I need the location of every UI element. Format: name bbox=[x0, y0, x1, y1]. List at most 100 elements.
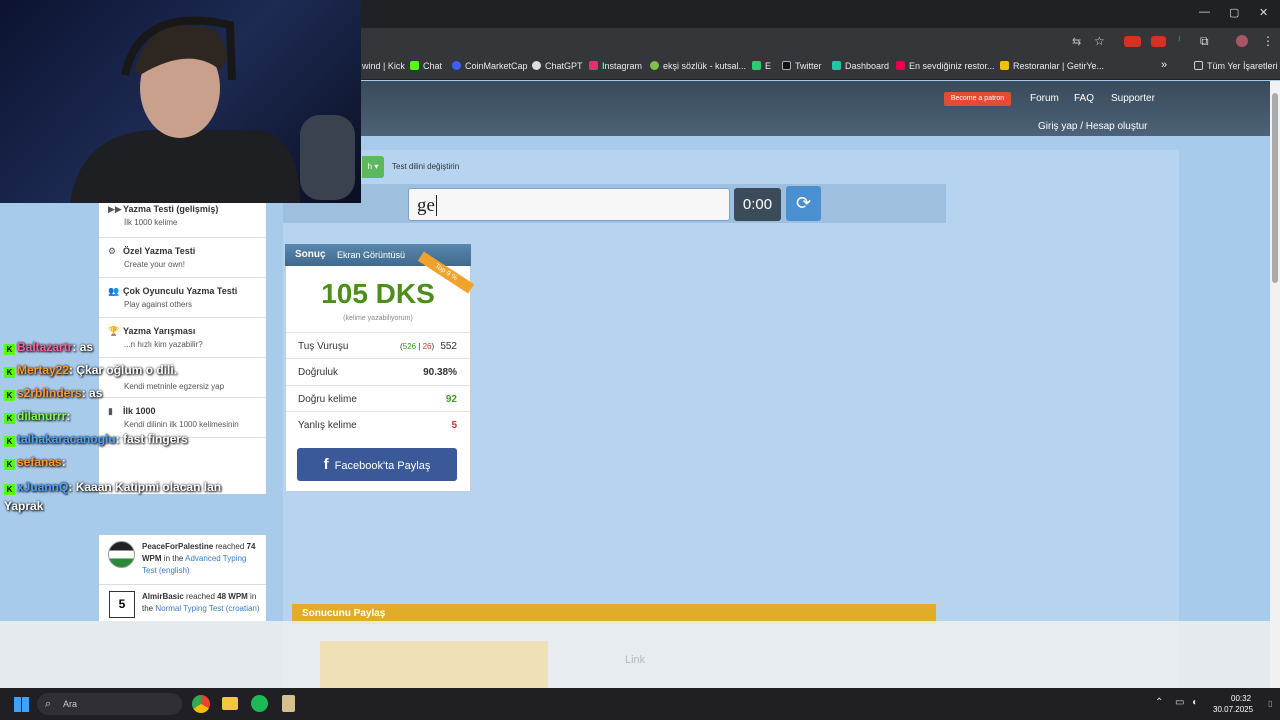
star-icon[interactable]: ☆ bbox=[1094, 34, 1105, 48]
puzzle-icon[interactable]: ⧉ bbox=[1200, 34, 1209, 49]
bookmark-kick[interactable]: wind | Kick bbox=[362, 61, 405, 71]
language-button[interactable]: h ▾ bbox=[362, 156, 384, 178]
menu-item-custom[interactable]: ⚙ Özel Yazma Testi Create your own! bbox=[99, 238, 266, 278]
feed-user[interactable]: AlmirBasic bbox=[142, 592, 184, 601]
yemeksepeti-icon bbox=[896, 61, 905, 70]
row-value: 5 bbox=[451, 420, 457, 431]
row-value: 90.38% bbox=[423, 367, 457, 378]
chat-message: KxJuannQ: Kaaan Katipmi olacan lan Yapra… bbox=[4, 478, 244, 516]
bottom-overlay: Link bbox=[0, 621, 1280, 688]
login-link[interactable]: Giriş yap / Hesap oluştur bbox=[1038, 121, 1148, 132]
menu-icon[interactable]: ⋮ bbox=[1262, 34, 1274, 48]
nav-faq[interactable]: FAQ bbox=[1074, 93, 1094, 104]
bookmark-yemeksepeti[interactable]: En sevdiğiniz restor... bbox=[896, 61, 995, 71]
avatar bbox=[108, 541, 135, 568]
folder-icon[interactable] bbox=[222, 697, 238, 710]
row-label: Doğruluk bbox=[298, 367, 339, 378]
language-label[interactable]: Test dilini değiştirin bbox=[392, 162, 459, 171]
users-icon: 👥 bbox=[108, 286, 120, 296]
close-button[interactable]: ✕ bbox=[1259, 6, 1268, 19]
clock-time[interactable]: 00:32 bbox=[1231, 694, 1251, 703]
chatgpt-icon bbox=[532, 61, 541, 70]
scrollbar-thumb[interactable] bbox=[1272, 93, 1278, 283]
feed-item: PeaceForPalestine reached 74 WPM in the … bbox=[142, 541, 260, 577]
feed-text: reached bbox=[183, 592, 218, 601]
windows-start-icon[interactable] bbox=[14, 697, 29, 712]
extension-icon[interactable]: ⁾ bbox=[1178, 34, 1181, 47]
patron-button[interactable]: Become a patron bbox=[944, 92, 1011, 106]
spotify-icon[interactable] bbox=[251, 695, 268, 712]
taskbar-search[interactable]: ⌕ Ara bbox=[37, 693, 182, 715]
bookmark-chatgpt[interactable]: ChatGPT bbox=[532, 61, 583, 71]
chat-text: : Çkar oğlum o dili. bbox=[69, 363, 178, 377]
avatar: 5 bbox=[109, 591, 135, 618]
clock-date[interactable]: 30.07.2025 bbox=[1213, 705, 1253, 714]
trophy-icon: 🏆 bbox=[108, 326, 120, 336]
chat-user: xJuannQ bbox=[17, 480, 69, 494]
chevron-up-icon[interactable]: ⌃ bbox=[1155, 697, 1163, 708]
chat-user: sefanas bbox=[17, 455, 62, 469]
notification-icon[interactable]: ▯ bbox=[1268, 699, 1272, 708]
typing-input[interactable]: ge bbox=[408, 188, 730, 221]
getir-icon bbox=[1000, 61, 1009, 70]
wpm-subtitle: (kelime yazabiliyorum) bbox=[343, 315, 413, 322]
nav-forum[interactable]: Forum bbox=[1030, 93, 1059, 104]
chat-user: Baltazartr bbox=[17, 340, 73, 354]
extension-icon[interactable] bbox=[1124, 36, 1141, 47]
search-placeholder: Ara bbox=[63, 699, 78, 709]
facebook-share-button[interactable]: f Facebook'ta Paylaş bbox=[297, 448, 457, 481]
feed-text: in the bbox=[161, 554, 186, 563]
text-cursor bbox=[435, 195, 437, 216]
avatar[interactable] bbox=[1236, 35, 1248, 47]
volume-icon[interactable]: ◖ bbox=[1191, 697, 1197, 708]
chat-text: : bbox=[66, 409, 71, 423]
menu-item-multiplayer[interactable]: 👥 Çok Oyunculu Yazma Testi Play against … bbox=[99, 278, 266, 318]
row-label: Tuş Vuruşu bbox=[298, 341, 349, 352]
nav-supporter[interactable]: Supporter bbox=[1111, 93, 1155, 104]
screenshot-link[interactable]: Ekran Görüntüsü bbox=[337, 250, 405, 260]
chevron-right-icon[interactable]: » bbox=[1161, 59, 1167, 71]
bookmark-label: Twitter bbox=[795, 61, 822, 71]
forward-icon: ▶▶ bbox=[108, 204, 122, 214]
bookmark-dashboard[interactable]: Dashboard bbox=[832, 61, 889, 71]
asterisk-icon bbox=[752, 61, 761, 70]
all-bookmarks[interactable]: Tüm Yer İşaretleri bbox=[1194, 61, 1278, 71]
feed-user[interactable]: PeaceForPalestine bbox=[142, 542, 213, 551]
bookmark-label: Instagram bbox=[602, 61, 643, 71]
network-icon[interactable]: ▭ bbox=[1175, 697, 1184, 708]
app-icon[interactable] bbox=[282, 695, 295, 712]
result-row-accuracy: Doğruluk 90.38% bbox=[286, 358, 470, 384]
chrome-icon[interactable] bbox=[192, 695, 210, 713]
bookmark-label: ekşi sözlük - kutsal... bbox=[663, 61, 747, 71]
feed-test-link[interactable]: Normal Typing Test (croatian) bbox=[155, 604, 259, 613]
minimize-button[interactable]: — bbox=[1199, 6, 1210, 18]
bookmark-twitter[interactable]: Twitter bbox=[782, 61, 822, 71]
instagram-icon bbox=[589, 61, 598, 70]
bookmark-label: En sevdiğiniz restor... bbox=[909, 61, 995, 71]
bookmark-instagram[interactable]: Instagram bbox=[589, 61, 642, 71]
menu-item-title: Çok Oyunculu Yazma Testi bbox=[123, 286, 238, 296]
menu-item-title: İlk 1000 bbox=[123, 406, 156, 416]
result-title: Sonuç bbox=[295, 249, 326, 260]
bookmark-e[interactable]: E bbox=[752, 61, 771, 71]
chat-user: s2rblinders bbox=[17, 386, 82, 400]
extension-icon[interactable] bbox=[1151, 36, 1166, 47]
bookmark-chat[interactable]: Chat bbox=[410, 61, 442, 71]
bookmark-label: Dashboard bbox=[845, 61, 890, 71]
menu-item-competition[interactable]: 🏆 Yazma Yarışması ...n hızlı kim yazabil… bbox=[99, 318, 266, 358]
bookmark-label: E bbox=[765, 61, 772, 71]
folder-icon bbox=[1194, 61, 1203, 70]
bars-icon: ▮ bbox=[108, 406, 113, 416]
maximize-button[interactable]: ▢ bbox=[1229, 6, 1239, 19]
row-value: 92 bbox=[445, 394, 457, 405]
bookmark-coinmarketcap[interactable]: CoinMarketCap bbox=[452, 61, 528, 71]
translate-icon[interactable]: ⇆ bbox=[1072, 35, 1081, 48]
scrollbar[interactable] bbox=[1270, 81, 1280, 688]
keystroke-breakdown: (526 | 26) bbox=[400, 342, 435, 351]
menu-item-sub: Play against others bbox=[124, 300, 193, 309]
bookmark-eksi[interactable]: ekşi sözlük - kutsal... bbox=[650, 61, 746, 71]
refresh-icon[interactable]: ⟳ bbox=[786, 186, 821, 221]
feed-item: AlmirBasic reached 48 WPM in the Normal … bbox=[142, 591, 260, 615]
bookmark-getir[interactable]: Restoranlar | GetirYe... bbox=[1000, 61, 1104, 71]
chat-text: : as bbox=[72, 340, 94, 354]
